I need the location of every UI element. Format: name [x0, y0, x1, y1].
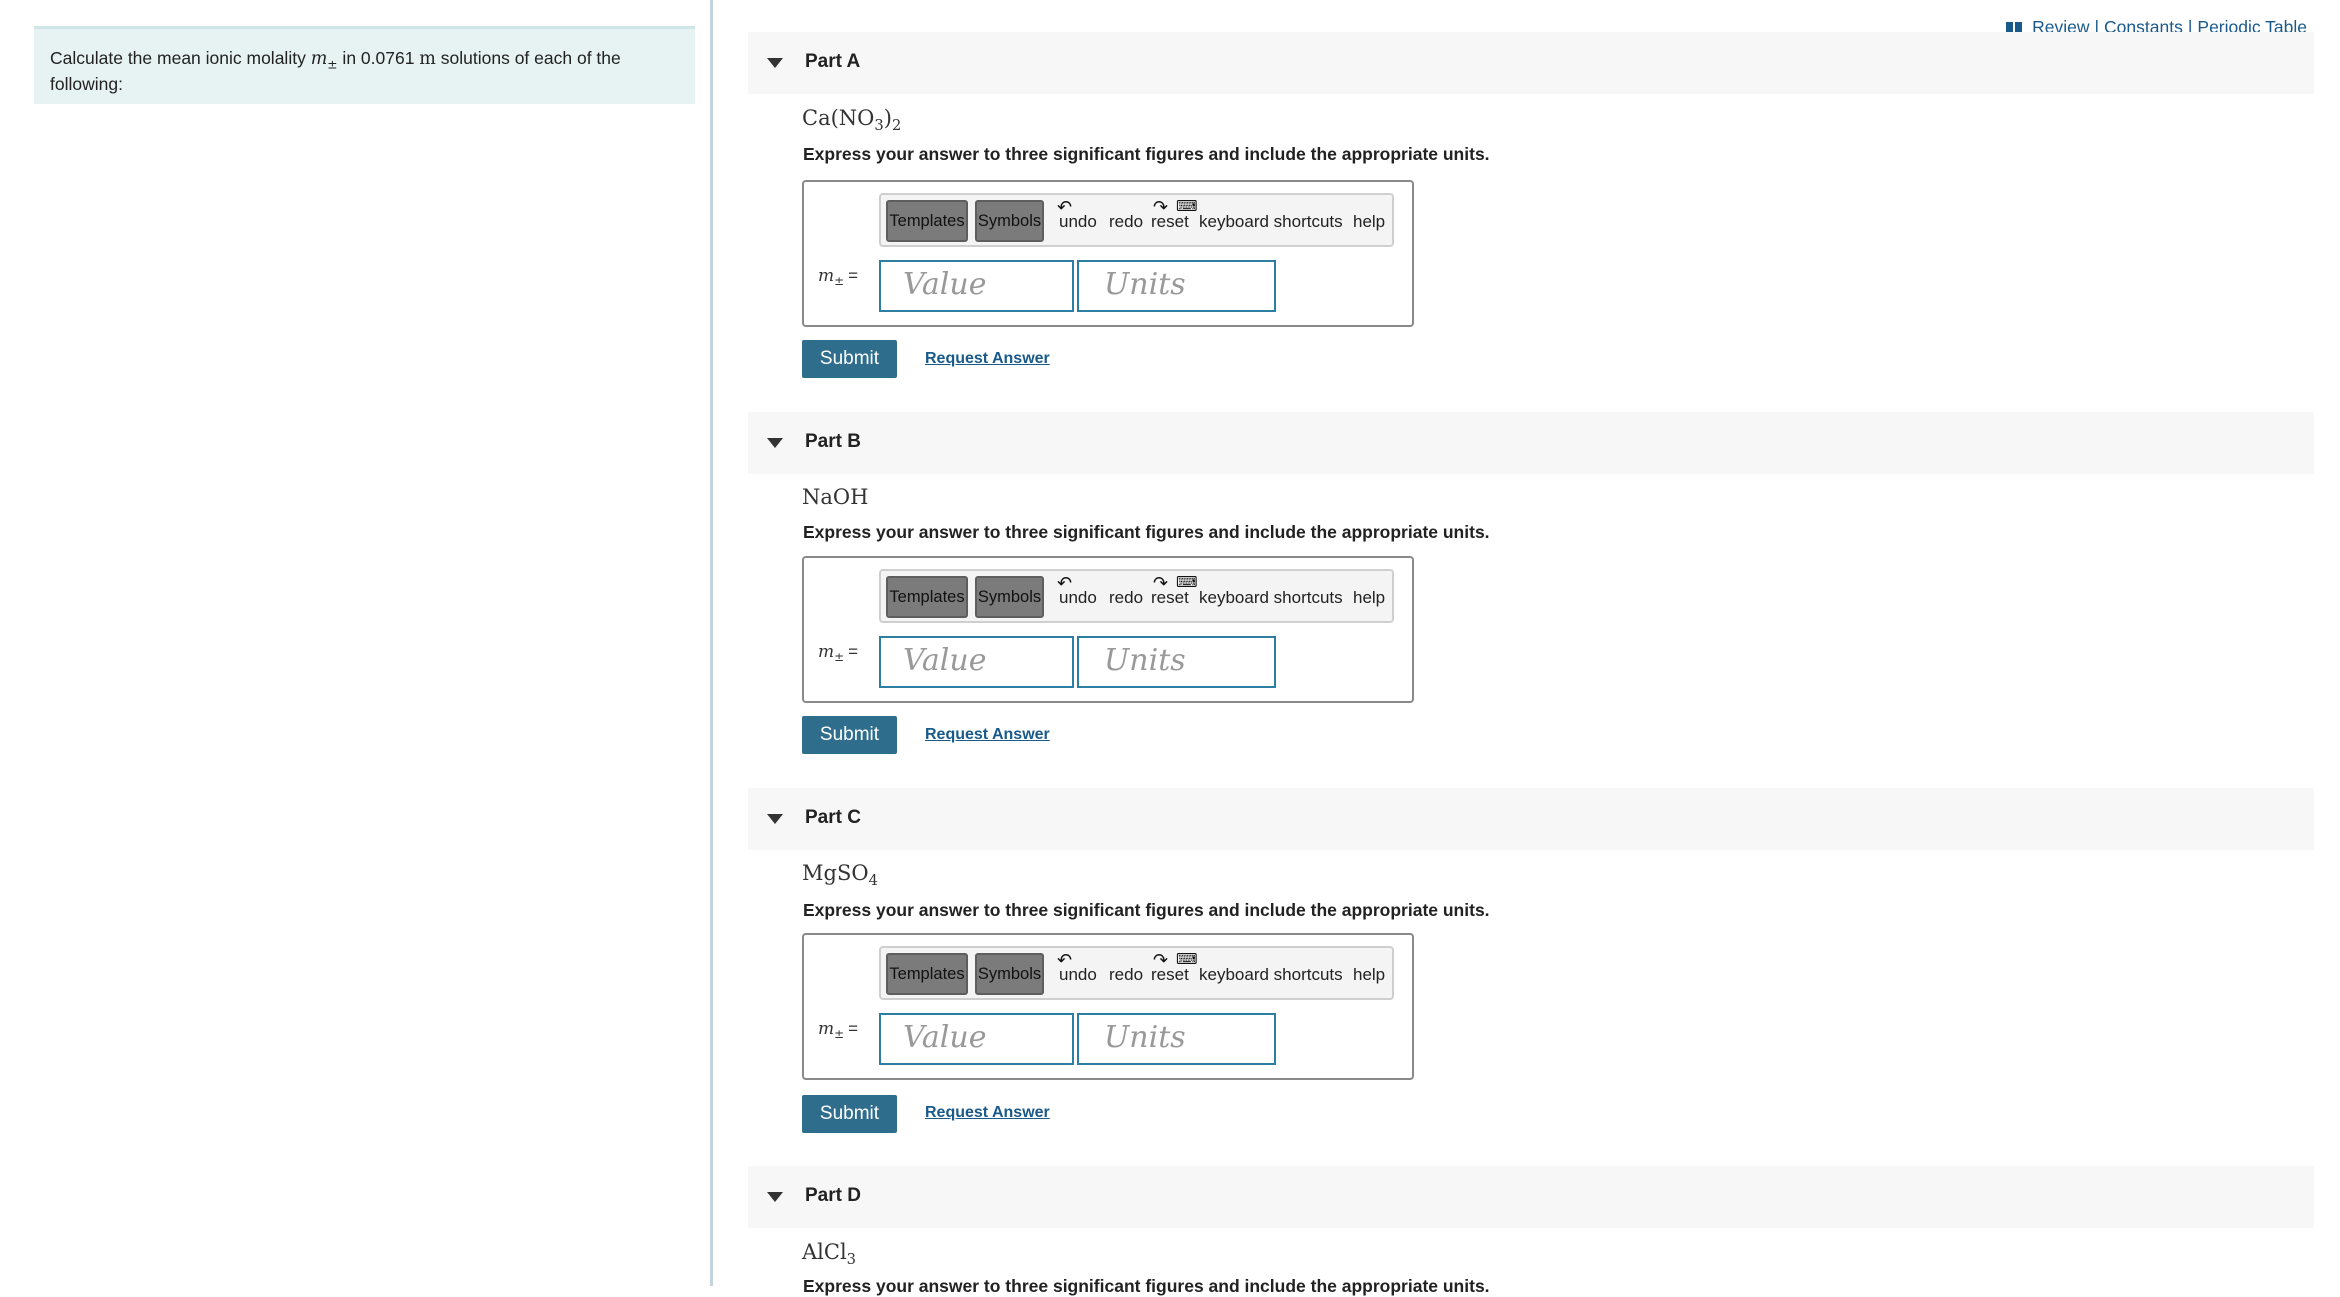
keyboard-shortcuts-button[interactable]: keyboard shortcuts [1199, 212, 1343, 232]
reset-button[interactable]: reset [1151, 965, 1189, 985]
part-d-header[interactable]: Part D [748, 1166, 2314, 1228]
value-input[interactable]: Value [879, 1013, 1074, 1065]
help-button[interactable]: help [1353, 588, 1385, 608]
help-button[interactable]: help [1353, 212, 1385, 232]
part-b-instruction: Express your answer to three significant… [803, 522, 1490, 542]
request-answer-link[interactable]: Request Answer [925, 726, 1050, 744]
left-pane: Calculate the mean ionic molality m± in … [0, 0, 713, 1286]
keyboard-shortcuts-button[interactable]: keyboard shortcuts [1199, 965, 1343, 985]
intro-var: m [310, 49, 328, 69]
intro-unit: m [419, 49, 436, 69]
units-input[interactable]: Units [1077, 636, 1276, 688]
part-a-header[interactable]: Part A [748, 32, 2314, 94]
variable-label: m± = [818, 266, 859, 289]
part-b-answer-box: Templates Symbols ↶ undo redo ↷ reset ⌨ … [802, 556, 1414, 703]
part-c-title: Part C [805, 807, 861, 828]
part-a-formula: Ca(NO3)2 [802, 106, 902, 135]
reset-button[interactable]: reset [1151, 588, 1189, 608]
part-d-title: Part D [805, 1185, 861, 1206]
keyboard-shortcuts-button[interactable]: keyboard shortcuts [1199, 588, 1343, 608]
collapse-caret-icon[interactable] [767, 58, 783, 68]
math-toolbar: Templates Symbols ↶ undo redo ↷ reset ⌨ … [879, 569, 1394, 623]
templates-button[interactable]: Templates [886, 576, 968, 618]
keyboard-icon: ⌨ [1176, 574, 1198, 591]
undo-button[interactable]: undo [1059, 212, 1097, 232]
units-input[interactable]: Units [1077, 260, 1276, 312]
intro-text-before: Calculate the mean ionic molality [50, 48, 311, 68]
request-answer-link[interactable]: Request Answer [925, 1104, 1050, 1122]
submit-button[interactable]: Submit [802, 1095, 897, 1133]
templates-button[interactable]: Templates [886, 953, 968, 995]
redo-button[interactable]: redo [1109, 965, 1143, 985]
symbols-button[interactable]: Symbols [975, 953, 1044, 995]
reset-button[interactable]: reset [1151, 212, 1189, 232]
part-d-instruction: Express your answer to three significant… [803, 1276, 1490, 1296]
templates-button[interactable]: Templates [886, 200, 968, 242]
part-c-answer-box: Templates Symbols ↶ undo redo ↷ reset ⌨ … [802, 933, 1414, 1080]
redo-button[interactable]: redo [1109, 212, 1143, 232]
variable-label: m± = [818, 642, 859, 665]
value-input[interactable]: Value [879, 260, 1074, 312]
part-c-instruction: Express your answer to three significant… [803, 900, 1490, 920]
keyboard-icon: ⌨ [1176, 198, 1198, 215]
problem-intro: Calculate the mean ionic molality m± in … [34, 26, 695, 104]
part-b-header[interactable]: Part B [748, 412, 2314, 474]
symbols-button[interactable]: Symbols [975, 576, 1044, 618]
submit-button[interactable]: Submit [802, 716, 897, 754]
part-a-answer-box: Templates Symbols ↶ undo redo ↷ reset ⌨ … [802, 180, 1414, 327]
part-a-instruction: Express your answer to three significant… [803, 144, 1490, 164]
part-c-header[interactable]: Part C [748, 788, 2314, 850]
math-toolbar: Templates Symbols ↶ undo redo ↷ reset ⌨ … [879, 946, 1394, 1000]
value-input[interactable]: Value [879, 636, 1074, 688]
collapse-caret-icon[interactable] [767, 814, 783, 824]
redo-button[interactable]: redo [1109, 588, 1143, 608]
symbols-button[interactable]: Symbols [975, 200, 1044, 242]
part-c-formula: MgSO4 [802, 861, 878, 890]
collapse-caret-icon[interactable] [767, 438, 783, 448]
help-button[interactable]: help [1353, 965, 1385, 985]
units-input[interactable]: Units [1077, 1013, 1276, 1065]
collapse-caret-icon[interactable] [767, 1192, 783, 1202]
part-a-title: Part A [805, 51, 861, 72]
part-d-formula: AlCl3 [802, 1240, 857, 1269]
keyboard-icon: ⌨ [1176, 951, 1198, 968]
variable-label: m± = [818, 1019, 859, 1042]
part-b-title: Part B [805, 431, 861, 452]
intro-text-middle: in 0.0761 [337, 48, 420, 68]
undo-button[interactable]: undo [1059, 588, 1097, 608]
undo-button[interactable]: undo [1059, 965, 1097, 985]
intro-var-sub: ± [327, 57, 338, 72]
math-toolbar: Templates Symbols ↶ undo redo ↷ reset ⌨ … [879, 193, 1394, 247]
request-answer-link[interactable]: Request Answer [925, 350, 1050, 368]
part-b-formula: NaOH [802, 485, 869, 509]
submit-button[interactable]: Submit [802, 340, 897, 378]
